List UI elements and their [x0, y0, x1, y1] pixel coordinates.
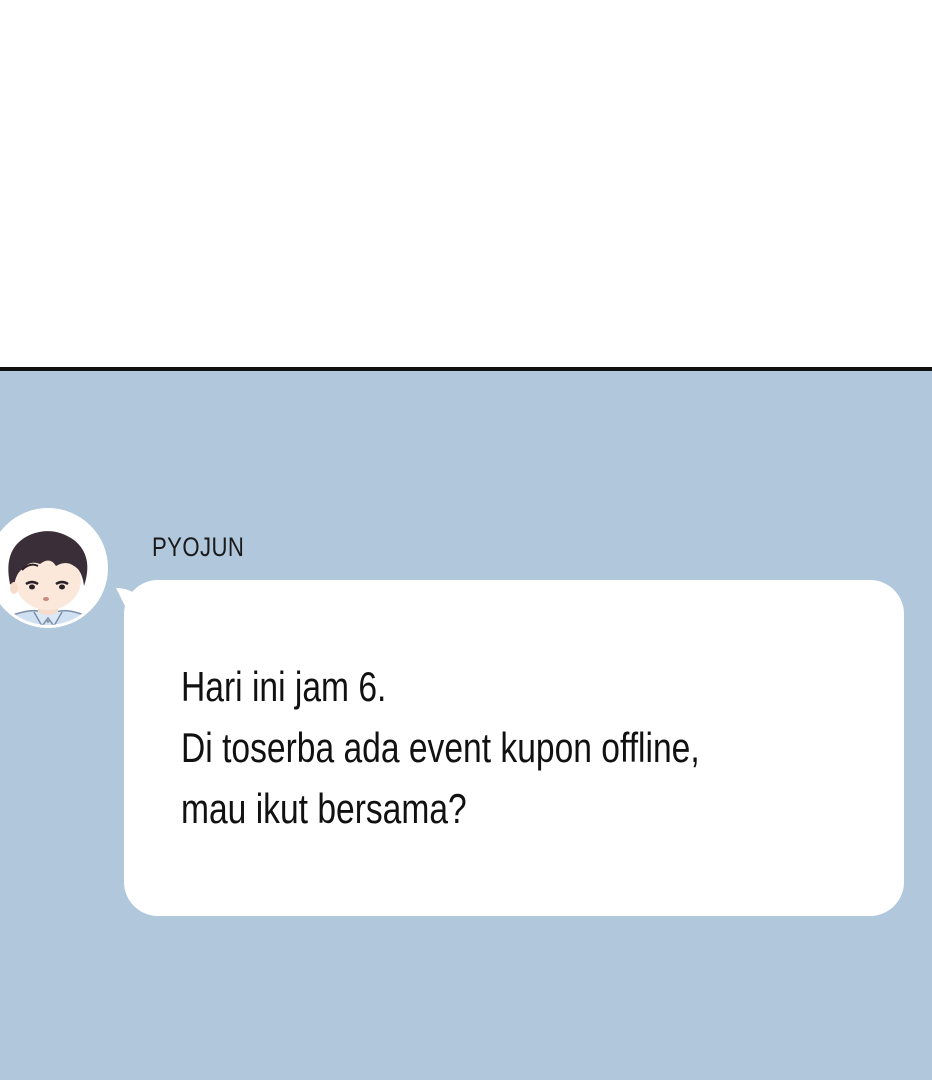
message-line: Hari ini jam 6. [181, 663, 387, 710]
message-line: Di toserba ada event kupon offline, [181, 724, 700, 771]
boy-avatar-icon [0, 508, 108, 628]
blank-area [0, 0, 932, 368]
message-text: Hari ini jam 6. Di toserba ada event kup… [181, 656, 700, 839]
comic-panel: PYOJUN Hari ini jam 6. Di toserba ada ev… [0, 0, 932, 1080]
message-line: mau ikut bersama? [181, 785, 467, 832]
sender-name: PYOJUN [152, 532, 245, 562]
